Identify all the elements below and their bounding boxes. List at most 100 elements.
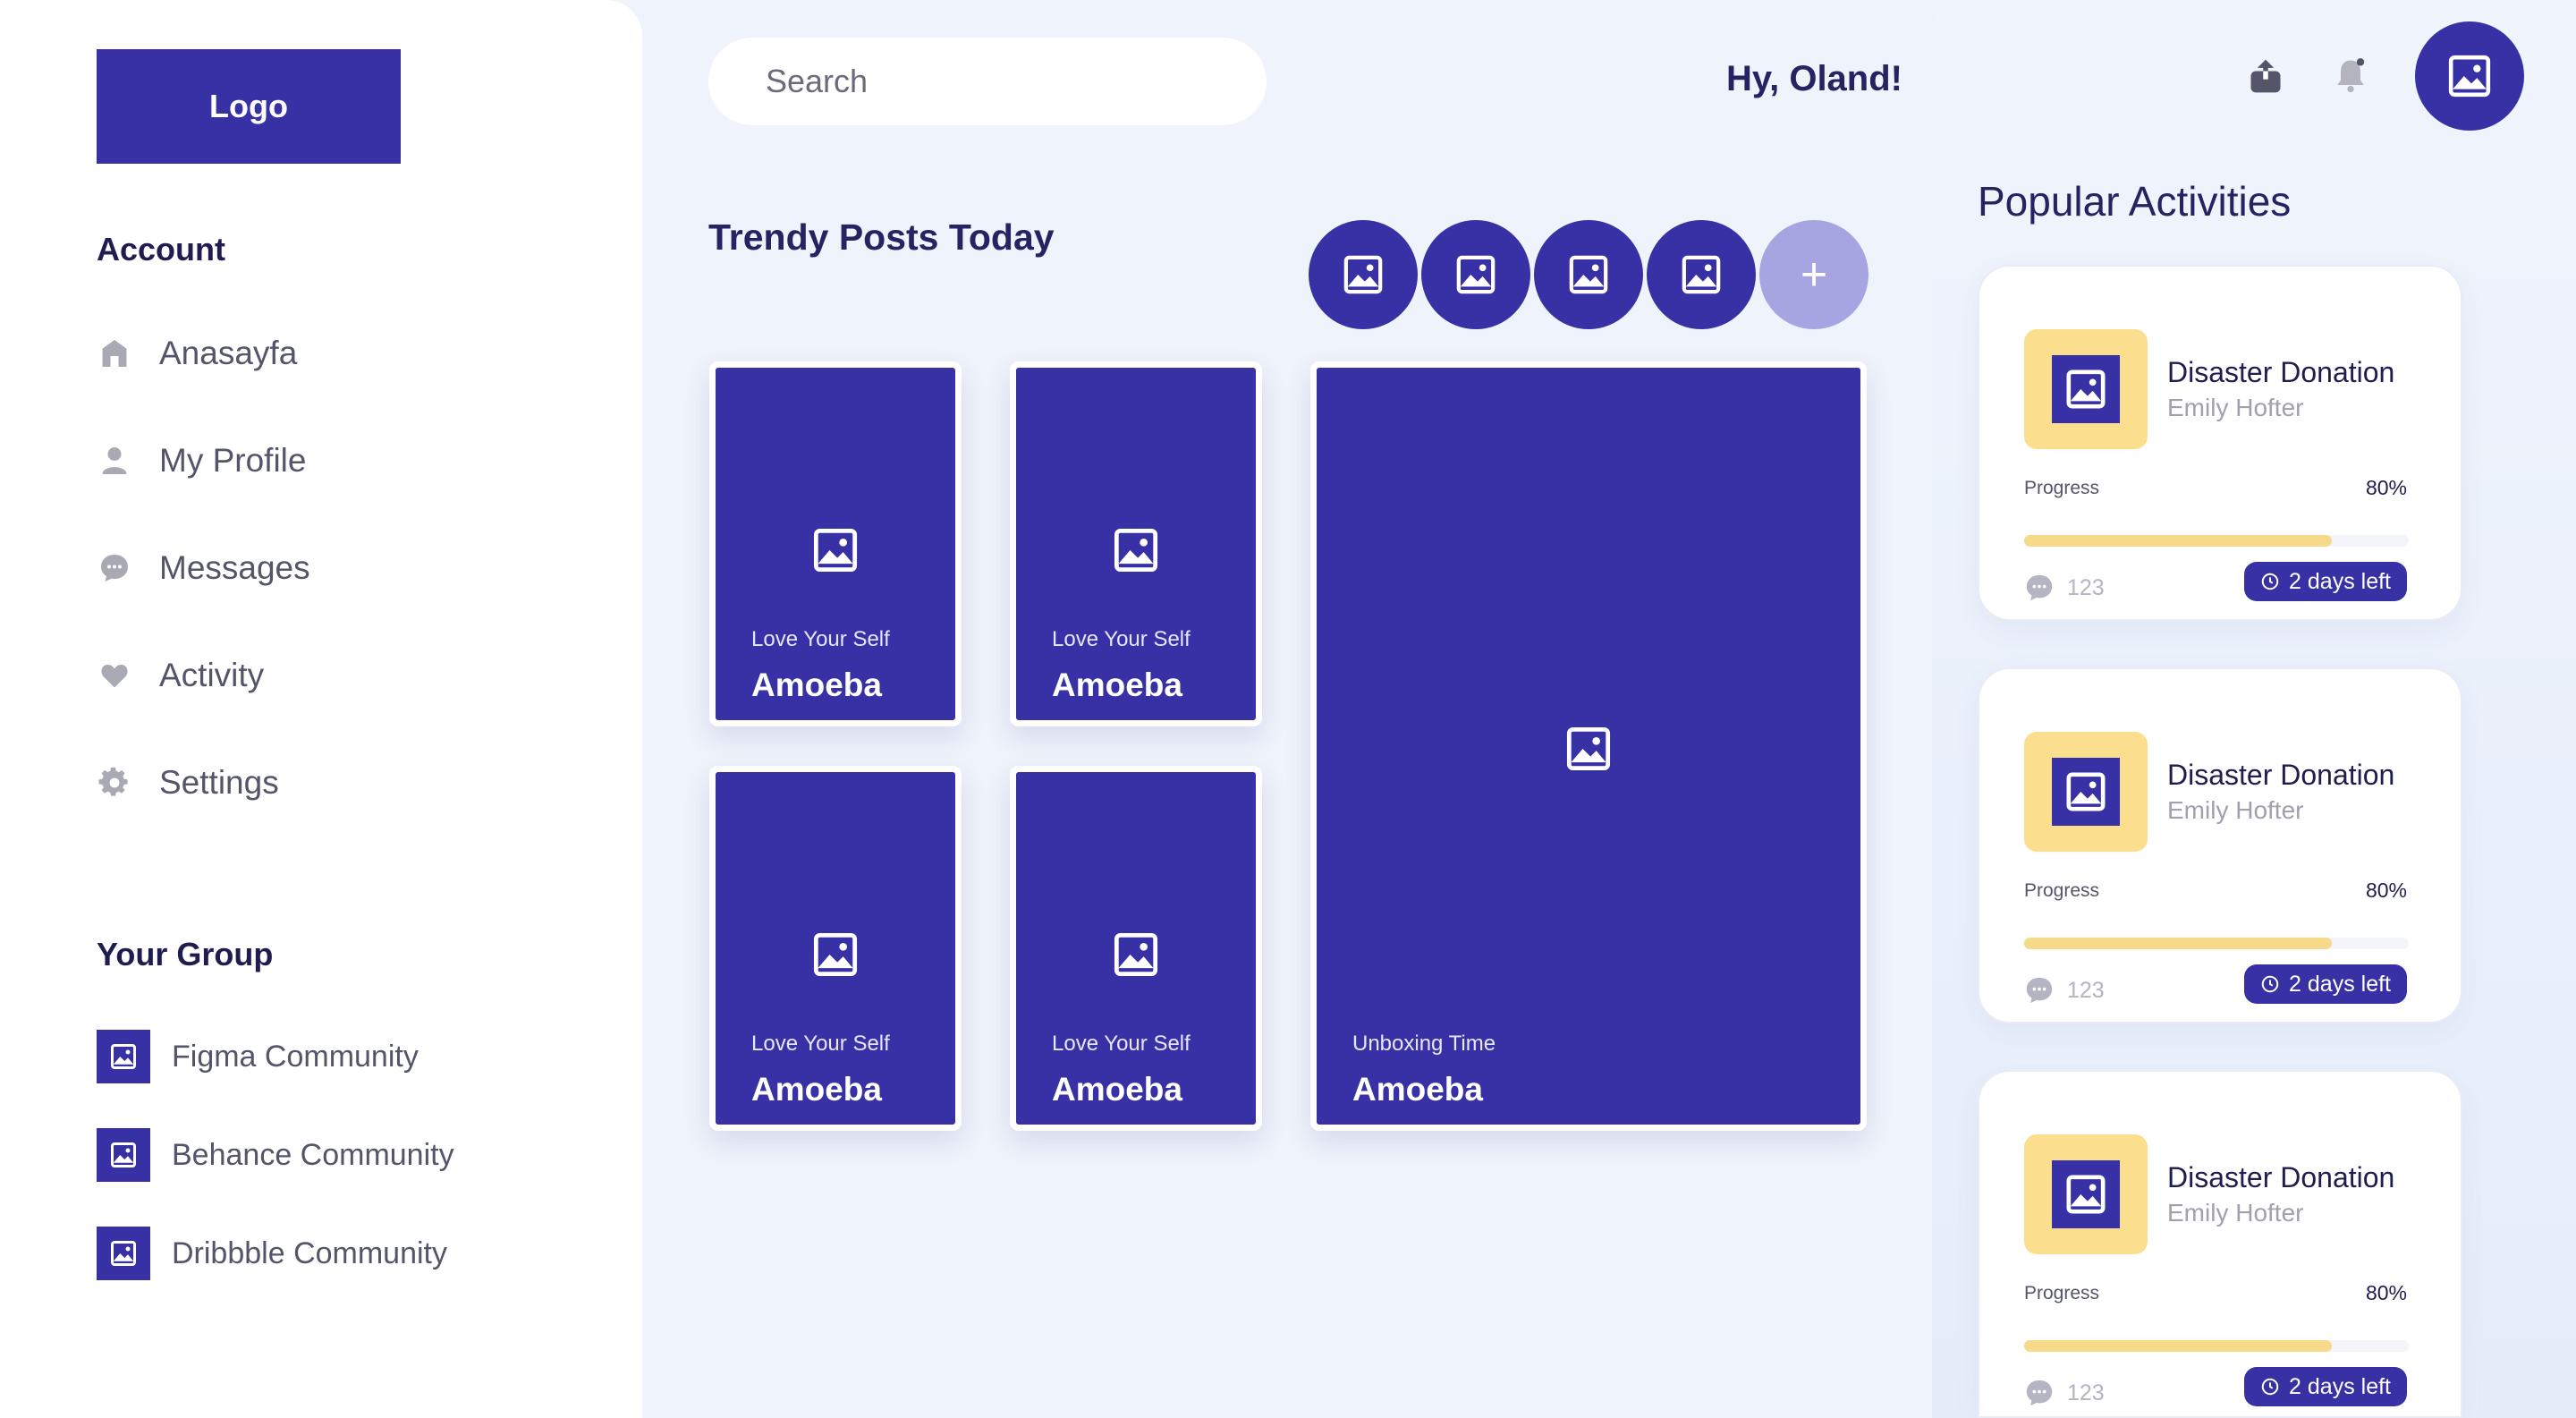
progress-value: 80%	[2365, 476, 2407, 499]
activity-title: Disaster Donation	[2167, 759, 2395, 791]
home-icon	[97, 335, 132, 371]
avatar[interactable]	[1647, 220, 1756, 329]
progress-label: Progress	[2024, 478, 2100, 498]
greeting: Hy, Oland!	[1725, 59, 1902, 98]
group-label: Figma Community	[172, 1039, 419, 1074]
comment-icon	[2026, 574, 2053, 601]
image-icon	[813, 528, 858, 573]
deadline-text: 2 days left	[2289, 1373, 2391, 1399]
group-heading: Your Group	[97, 936, 274, 972]
sidebar: Logo Account Anasayfa My Profile Message…	[0, 0, 642, 1418]
progress-bar	[2024, 535, 2409, 547]
post-card[interactable]: Love Your Self Amoeba	[1010, 766, 1262, 1131]
deadline-badge: 2 days left	[2244, 964, 2407, 1004]
nav-label: Settings	[159, 764, 279, 801]
group-item-figma[interactable]: Figma Community	[97, 1030, 419, 1083]
bell-icon[interactable]	[2328, 52, 2373, 98]
group-label: Dribbble Community	[172, 1235, 447, 1270]
image-icon	[2066, 369, 2106, 409]
group-item-behance[interactable]: Behance Community	[97, 1128, 454, 1182]
comment-icon	[2026, 977, 2053, 1004]
logo[interactable]: Logo	[97, 49, 401, 164]
clock-icon	[2261, 573, 2279, 590]
add-member-button[interactable]: +	[1759, 220, 1868, 329]
activity-thumbnail	[2024, 732, 2148, 852]
avatar[interactable]	[1421, 220, 1530, 329]
progress-bar	[2024, 938, 2409, 949]
activity-card[interactable]: Disaster Donation Emily Hofter Progress …	[1978, 1070, 2462, 1418]
nav-item-messages[interactable]: Messages	[97, 541, 310, 595]
section-title: Trendy Posts Today	[708, 217, 1055, 258]
activity-thumbnail	[2024, 329, 2148, 449]
image-icon	[97, 1128, 150, 1182]
deadline-text: 2 days left	[2289, 971, 2391, 997]
progress-bar	[2024, 1340, 2409, 1352]
progress-bar-fill	[2024, 938, 2332, 949]
progress-label: Progress	[2024, 880, 2100, 901]
progress-bar-fill	[2024, 535, 2332, 547]
image-icon	[97, 1227, 150, 1280]
group-label: Behance Community	[172, 1137, 454, 1172]
comment-count-value: 123	[2067, 977, 2105, 1003]
post-title: Amoeba	[1052, 1071, 1182, 1108]
image-icon	[2066, 1175, 2106, 1214]
post-subtitle: Love Your Self	[751, 627, 890, 651]
gear-icon	[97, 765, 132, 801]
post-card-featured[interactable]: Unboxing Time Amoeba	[1310, 361, 1867, 1131]
image-icon	[1569, 255, 1608, 294]
image-icon	[1566, 726, 1611, 771]
comment-icon	[2026, 1380, 2053, 1406]
image-icon	[1682, 255, 1721, 294]
post-subtitle: Love Your Self	[1052, 627, 1191, 651]
post-card[interactable]: Love Your Self Amoeba	[709, 361, 962, 726]
image-icon	[813, 932, 858, 977]
clock-icon	[2261, 1378, 2279, 1396]
avatar[interactable]	[1534, 220, 1643, 329]
comment-count-value: 123	[2067, 1380, 2105, 1405]
image-icon	[97, 1030, 150, 1083]
avatar-stack: +	[1309, 220, 1872, 329]
upload-icon[interactable]	[2243, 54, 2288, 98]
image-icon	[2066, 772, 2106, 811]
message-icon	[97, 550, 132, 586]
post-card[interactable]: Love Your Self Amoeba	[709, 766, 962, 1131]
comment-count[interactable]: 123	[2024, 573, 2105, 603]
nav-item-my-profile[interactable]: My Profile	[97, 434, 306, 488]
post-subtitle: Love Your Self	[751, 1032, 890, 1056]
account-heading: Account	[97, 231, 225, 267]
nav-label: Messages	[159, 549, 310, 586]
comment-count[interactable]: 123	[2024, 975, 2105, 1006]
heart-icon	[97, 658, 132, 693]
progress-value: 80%	[2365, 1281, 2407, 1304]
progress-bar-fill	[2024, 1340, 2332, 1352]
activity-thumbnail	[2024, 1134, 2148, 1254]
nav-label: My Profile	[159, 442, 307, 479]
activity-title: Disaster Donation	[2167, 356, 2395, 388]
deadline-text: 2 days left	[2289, 568, 2391, 594]
group-item-dribbble[interactable]: Dribbble Community	[97, 1227, 447, 1280]
activity-title: Disaster Donation	[2167, 1161, 2395, 1193]
deadline-badge: 2 days left	[2244, 562, 2407, 601]
avatar[interactable]	[1309, 220, 1418, 329]
image-icon	[1114, 932, 1158, 977]
post-card[interactable]: Love Your Self Amoeba	[1010, 361, 1262, 726]
nav-item-settings[interactable]: Settings	[97, 756, 279, 810]
comment-count[interactable]: 123	[2024, 1378, 2105, 1408]
deadline-badge: 2 days left	[2244, 1367, 2407, 1406]
image-icon	[1114, 528, 1158, 573]
search-input[interactable]	[708, 38, 1267, 125]
post-title: Amoeba	[1052, 667, 1182, 703]
post-subtitle: Love Your Self	[1052, 1032, 1191, 1056]
user-icon	[97, 443, 132, 479]
activity-card[interactable]: Disaster Donation Emily Hofter Progress …	[1978, 667, 2462, 1023]
image-icon	[1456, 255, 1496, 294]
progress-label: Progress	[2024, 1283, 2100, 1303]
post-title: Amoeba	[751, 1071, 882, 1108]
nav-item-anasayfa[interactable]: Anasayfa	[97, 327, 297, 380]
clock-icon	[2261, 975, 2279, 993]
activity-card[interactable]: Disaster Donation Emily Hofter Progress …	[1978, 265, 2462, 621]
nav-label: Activity	[159, 657, 265, 693]
image-icon	[1343, 255, 1383, 294]
profile-avatar[interactable]	[2415, 21, 2524, 131]
nav-item-activity[interactable]: Activity	[97, 649, 264, 702]
